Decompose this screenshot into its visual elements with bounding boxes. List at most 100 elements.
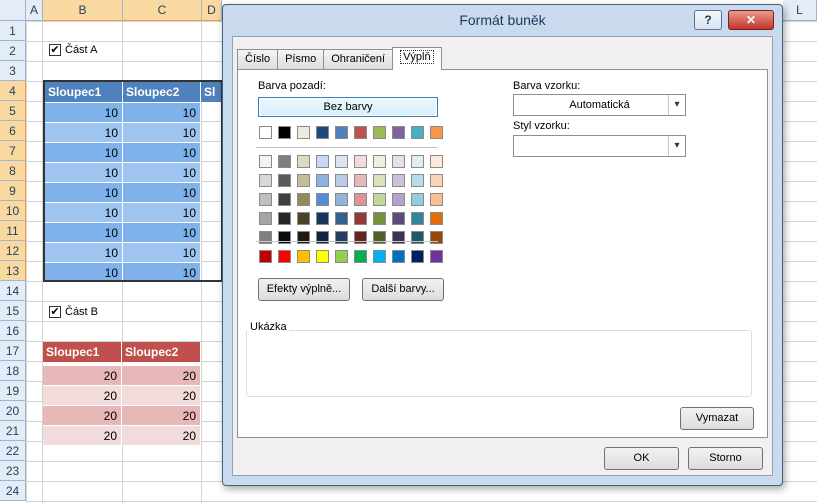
column-header-b[interactable]: B	[43, 0, 123, 21]
standard-color-swatch[interactable]	[316, 250, 329, 263]
row-header-13[interactable]: 13	[0, 261, 26, 281]
table-a-cell[interactable]: 10	[123, 202, 201, 222]
tint-color-swatch[interactable]	[278, 155, 291, 168]
tint-color-swatch[interactable]	[354, 155, 367, 168]
row-header-10[interactable]: 10	[0, 201, 26, 221]
checkbox-part-b[interactable]: ✔ Část B	[49, 306, 98, 318]
row-header-4[interactable]: 4	[0, 81, 26, 101]
row-header-18[interactable]: 18	[0, 361, 26, 381]
tint-color-swatch[interactable]	[430, 193, 443, 206]
fill-effects-button[interactable]: Efekty výplně...	[258, 278, 350, 301]
column-header-d[interactable]: D	[202, 0, 222, 21]
standard-color-swatch[interactable]	[411, 250, 424, 263]
tint-color-swatch[interactable]	[373, 231, 386, 244]
table-a-cell[interactable]: 10	[45, 262, 123, 280]
table-a-cell[interactable]: 10	[45, 242, 123, 262]
table-a-cell[interactable]: 10	[45, 182, 123, 202]
tint-color-swatch[interactable]	[278, 174, 291, 187]
table-b-cell[interactable]: 20	[122, 385, 201, 405]
tint-color-swatch[interactable]	[430, 155, 443, 168]
table-a-cell[interactable]: 10	[123, 182, 201, 202]
no-color-button[interactable]: Bez barvy	[258, 97, 438, 117]
row-header-17[interactable]: 17	[0, 341, 26, 361]
tint-color-swatch[interactable]	[259, 193, 272, 206]
row-header-12[interactable]: 12	[0, 241, 26, 261]
table-a-cell[interactable]: 10	[123, 242, 201, 262]
tint-color-swatch[interactable]	[316, 231, 329, 244]
standard-color-swatch[interactable]	[335, 250, 348, 263]
tint-color-swatch[interactable]	[373, 193, 386, 206]
theme-color-swatch[interactable]	[278, 126, 291, 139]
tint-color-swatch[interactable]	[373, 174, 386, 187]
tint-color-swatch[interactable]	[354, 193, 367, 206]
row-header-6[interactable]: 6	[0, 121, 26, 141]
column-header-a[interactable]: A	[26, 0, 43, 21]
tab-border[interactable]: Ohraničení	[323, 49, 394, 69]
tint-color-swatch[interactable]	[430, 174, 443, 187]
tint-color-swatch[interactable]	[411, 231, 424, 244]
standard-color-swatch[interactable]	[430, 250, 443, 263]
tint-color-swatch[interactable]	[335, 212, 348, 225]
row-header-21[interactable]: 21	[0, 421, 26, 441]
tint-color-swatch[interactable]	[411, 174, 424, 187]
theme-color-swatch[interactable]	[411, 126, 424, 139]
tint-color-swatch[interactable]	[316, 193, 329, 206]
tint-color-swatch[interactable]	[335, 231, 348, 244]
tint-color-swatch[interactable]	[411, 193, 424, 206]
table-a-cell[interactable]: 10	[123, 122, 201, 142]
theme-color-swatch[interactable]	[259, 126, 272, 139]
table-b-cell[interactable]: 20	[43, 385, 122, 405]
tint-color-swatch[interactable]	[392, 231, 405, 244]
row-header-20[interactable]: 20	[0, 401, 26, 421]
table-a-cell[interactable]: 10	[123, 142, 201, 162]
table-b-cell[interactable]: 20	[122, 425, 201, 445]
tint-color-swatch[interactable]	[354, 212, 367, 225]
clear-button[interactable]: Vymazat	[680, 407, 754, 430]
row-header-23[interactable]: 23	[0, 461, 26, 481]
row-header-19[interactable]: 19	[0, 381, 26, 401]
tint-color-swatch[interactable]	[411, 155, 424, 168]
row-header-16[interactable]: 16	[0, 321, 26, 341]
table-b-header-1[interactable]: Sloupec1	[43, 342, 122, 362]
tint-color-swatch[interactable]	[278, 212, 291, 225]
tint-color-swatch[interactable]	[297, 155, 310, 168]
row-header-5[interactable]: 5	[0, 101, 26, 121]
close-button[interactable]: ✕	[728, 10, 774, 30]
table-b-cell[interactable]: 20	[43, 425, 122, 445]
tint-color-swatch[interactable]	[316, 155, 329, 168]
table-a-cell[interactable]: 10	[123, 222, 201, 242]
standard-color-swatch[interactable]	[297, 250, 310, 263]
tab-number[interactable]: Číslo	[237, 49, 279, 69]
table-b-cell[interactable]: 20	[122, 405, 201, 425]
tab-fill[interactable]: Výplň	[392, 47, 442, 70]
checkbox-part-a[interactable]: ✔ Část A	[49, 44, 97, 56]
row-header-1[interactable]: 1	[0, 21, 26, 41]
tint-color-swatch[interactable]	[259, 212, 272, 225]
column-header-l[interactable]: L	[783, 0, 817, 21]
tint-color-swatch[interactable]	[411, 212, 424, 225]
theme-color-swatch[interactable]	[297, 126, 310, 139]
theme-color-swatch[interactable]	[373, 126, 386, 139]
tint-color-swatch[interactable]	[278, 231, 291, 244]
theme-color-swatch[interactable]	[335, 126, 348, 139]
tint-color-swatch[interactable]	[316, 174, 329, 187]
table-a-cell[interactable]: 10	[45, 102, 123, 122]
tint-color-swatch[interactable]	[373, 155, 386, 168]
pattern-color-select[interactable]: Automatická ▾	[513, 94, 686, 116]
tint-color-swatch[interactable]	[392, 212, 405, 225]
tint-color-swatch[interactable]	[297, 231, 310, 244]
row-header-11[interactable]: 11	[0, 221, 26, 241]
row-header-2[interactable]: 2	[0, 41, 26, 61]
tint-color-swatch[interactable]	[297, 193, 310, 206]
row-header-7[interactable]: 7	[0, 141, 26, 161]
standard-color-swatch[interactable]	[354, 250, 367, 263]
table-a-header-3[interactable]: Sl	[201, 82, 221, 102]
tint-color-swatch[interactable]	[392, 193, 405, 206]
theme-color-swatch[interactable]	[354, 126, 367, 139]
tint-color-swatch[interactable]	[259, 174, 272, 187]
table-b-header-2[interactable]: Sloupec2	[122, 342, 201, 362]
table-a-cell[interactable]: 10	[45, 162, 123, 182]
tint-color-swatch[interactable]	[316, 212, 329, 225]
tint-color-swatch[interactable]	[335, 193, 348, 206]
column-header-c[interactable]: C	[123, 0, 202, 21]
